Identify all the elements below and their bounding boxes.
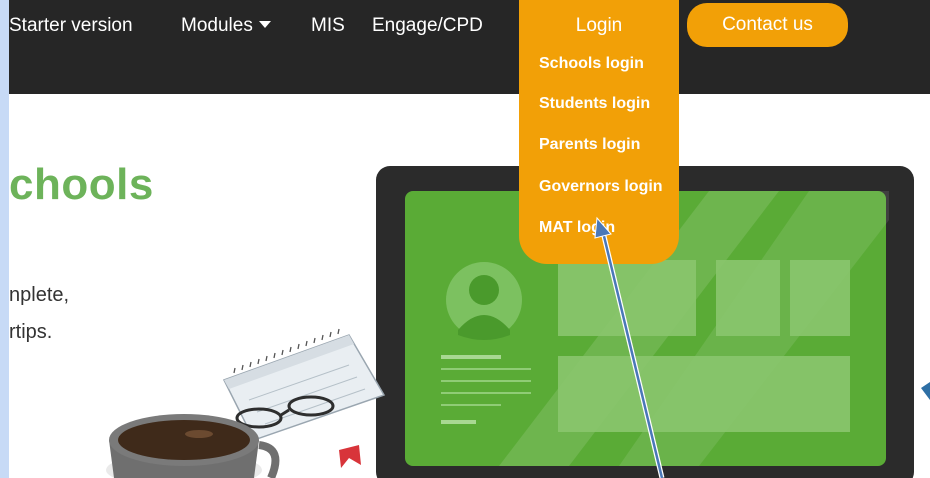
menu-item-parents-login[interactable]: Parents login xyxy=(539,135,640,155)
web-page: Starter version Modules MIS Engage/CPD C… xyxy=(9,0,930,478)
menu-item-governors-login[interactable]: Governors login xyxy=(539,177,663,197)
nav-engage-cpd-link[interactable]: Engage/CPD xyxy=(372,14,483,38)
hero-title: chools xyxy=(9,160,154,209)
nav-mis-link[interactable]: MIS xyxy=(311,14,345,38)
nav-modules-dropdown[interactable]: Modules xyxy=(181,14,271,38)
hero-text-line-2: rtips. xyxy=(9,321,53,343)
nav-modules-label: Modules xyxy=(181,15,253,36)
login-dropdown-menu: Login Schools login Students login Paren… xyxy=(519,0,679,264)
contact-us-button[interactable]: Contact us xyxy=(687,3,848,47)
chevron-down-icon xyxy=(258,21,271,28)
login-button[interactable]: Login xyxy=(519,14,679,38)
top-navbar: Starter version Modules MIS Engage/CPD C… xyxy=(9,0,930,94)
menu-item-mat-login[interactable]: MAT login xyxy=(539,218,615,238)
nav-starter-version-link[interactable]: Starter version xyxy=(9,14,133,38)
menu-item-schools-login[interactable]: Schools login xyxy=(539,54,644,74)
menu-item-students-login[interactable]: Students login xyxy=(539,94,650,114)
hero-text-line-1: nplete, xyxy=(9,284,70,306)
